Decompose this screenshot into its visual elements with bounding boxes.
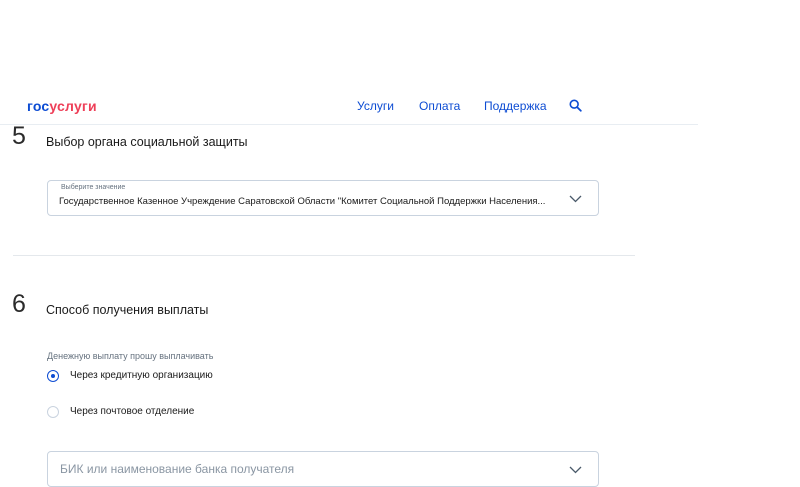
chevron-down-icon[interactable]	[569, 466, 582, 474]
bank-search-field[interactable]	[47, 451, 599, 487]
radio-label: Через кредитную организацию	[70, 370, 213, 381]
select-value: Государственное Казенное Учреждение Сара…	[59, 196, 546, 207]
radio-button-checked[interactable]	[47, 370, 59, 382]
radio-label: Через почтовое отделение	[70, 406, 195, 417]
step-6-title: Способ получения выплаты	[46, 303, 209, 317]
payout-method-label: Денежную выплату прошу выплачивать	[47, 351, 214, 361]
logo-part-1: гос	[27, 98, 50, 114]
chevron-down-icon[interactable]	[569, 195, 582, 203]
nav-link-services[interactable]: Услуги	[357, 99, 394, 113]
radio-button-unchecked[interactable]	[47, 406, 59, 418]
select-caption: Выберите значение	[61, 184, 126, 191]
nav-link-support[interactable]: Поддержка	[484, 99, 547, 113]
site-header: госуслуги Услуги Оплата Поддержка	[0, 90, 698, 125]
step-5-number: 5	[12, 122, 26, 150]
step-6-number: 6	[12, 290, 26, 318]
gosuslugi-logo[interactable]: госуслуги	[27, 98, 97, 114]
nav-link-payment[interactable]: Оплата	[419, 99, 460, 113]
social-protection-select[interactable]: Выберите значение Государственное Казенн…	[47, 180, 599, 216]
logo-part-2: услуги	[49, 98, 97, 114]
section-divider	[13, 255, 635, 256]
step-5-title: Выбор органа социальной защиты	[46, 135, 248, 149]
search-icon[interactable]	[569, 99, 582, 112]
